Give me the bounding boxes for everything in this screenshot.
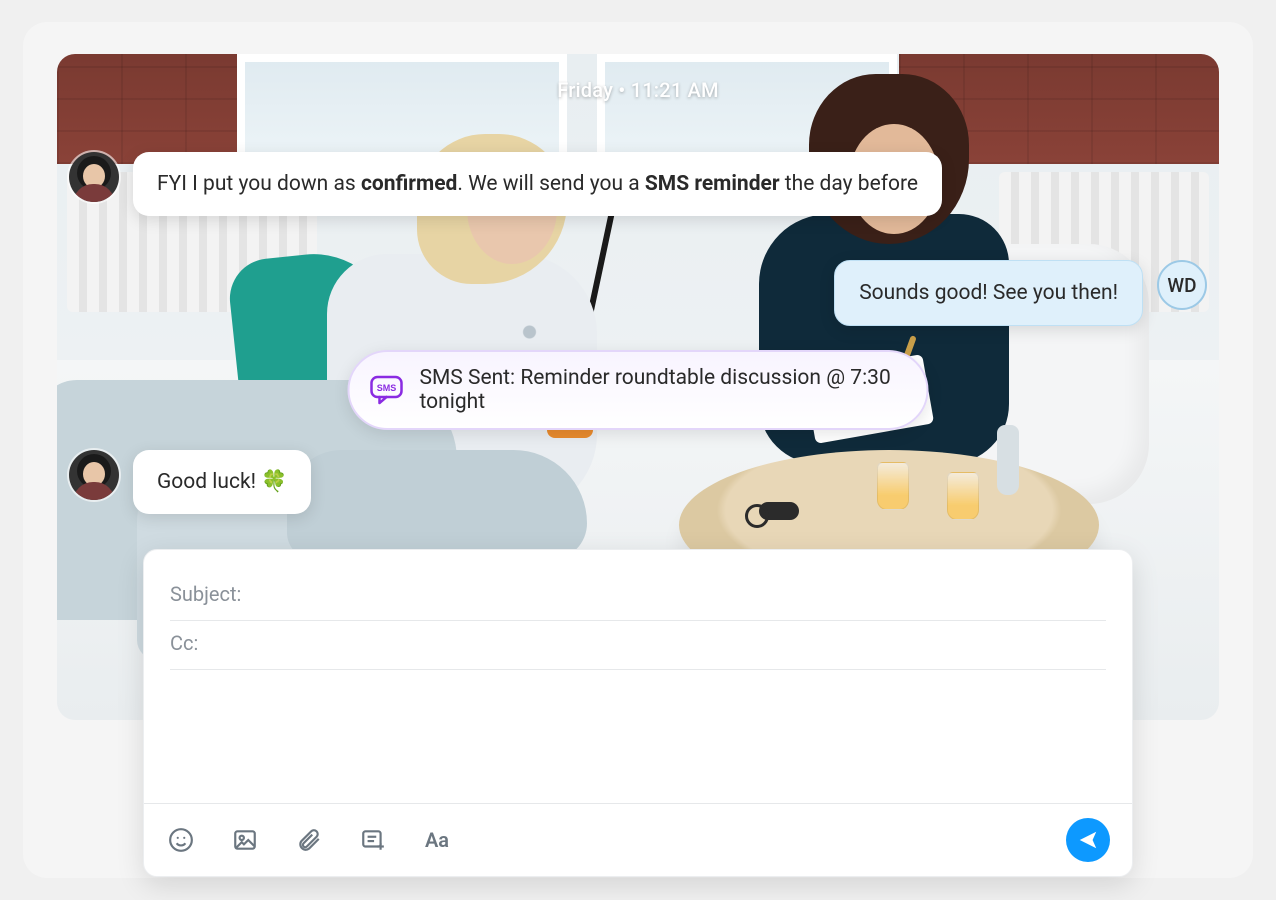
cc-row: Cc:: [170, 621, 1106, 670]
svg-text:SMS: SMS: [377, 383, 397, 393]
attachment-icon[interactable]: [294, 825, 324, 855]
sms-icon: SMS: [370, 375, 404, 405]
message-composer: Subject: Cc:: [143, 549, 1133, 877]
conversation-timestamp: Friday • 11:21 AM: [57, 78, 1219, 102]
message-text: FYI I put you down as: [157, 172, 361, 196]
message-text-bold: SMS reminder: [645, 172, 780, 196]
sms-notice-text: SMS Sent: Reminder roundtable discussion…: [420, 366, 897, 414]
image-icon[interactable]: [230, 825, 260, 855]
subject-label: Subject:: [170, 582, 241, 606]
message-text-bold: confirmed: [361, 172, 457, 196]
recipient-avatar-initials: WD: [1157, 260, 1207, 310]
message-text: Good luck! 🍀: [157, 470, 287, 494]
cc-input[interactable]: [206, 632, 1106, 655]
cc-label: Cc:: [170, 631, 198, 655]
sender-avatar: [69, 152, 119, 202]
sms-sent-notice: SMS SMS Sent: Reminder roundtable discus…: [348, 350, 929, 430]
format-icon[interactable]: Aa: [422, 825, 452, 855]
subject-row: Subject:: [170, 572, 1106, 621]
composer-body[interactable]: [144, 680, 1132, 803]
sender-avatar: [69, 450, 119, 500]
message-text: the day before: [780, 172, 919, 196]
message-text: Sounds good! See you then!: [859, 281, 1118, 305]
app-frame: Friday • 11:21 AM FYI I put you down as …: [23, 22, 1253, 878]
message-text: . We will send you a: [457, 172, 645, 196]
composer-toolbar: Aa: [144, 803, 1132, 876]
send-button[interactable]: [1066, 818, 1110, 862]
message-bubble-incoming: Good luck! 🍀: [133, 450, 311, 514]
subject-input[interactable]: [249, 583, 1106, 606]
message-bubble-outgoing: Sounds good! See you then!: [834, 260, 1143, 326]
emoji-icon[interactable]: [166, 825, 196, 855]
message-bubble-incoming: FYI I put you down as confirmed. We will…: [133, 152, 942, 216]
snippet-icon[interactable]: [358, 825, 388, 855]
